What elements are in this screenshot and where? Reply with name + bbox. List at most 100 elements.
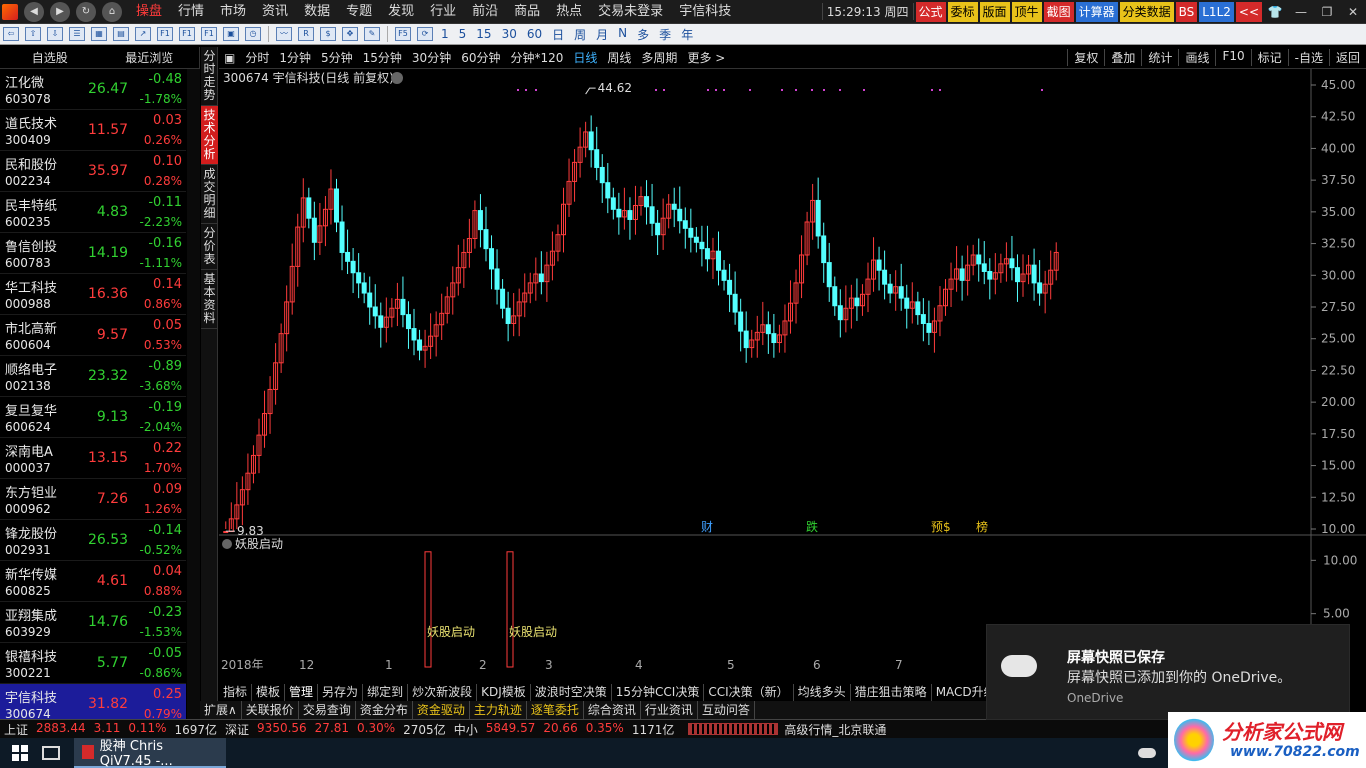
- f11-icon[interactable]: F1: [179, 27, 195, 41]
- vtab-4[interactable]: 基本资料: [201, 270, 218, 329]
- home-icon[interactable]: ⌂: [102, 1, 122, 22]
- period-tab-3[interactable]: 15分钟: [358, 49, 407, 66]
- chart-tool-2[interactable]: 统计: [1141, 49, 1178, 66]
- toolbar-period-4[interactable]: 多: [632, 26, 654, 43]
- menu-item-0[interactable]: 操盘: [128, 0, 170, 24]
- table-icon[interactable]: ▤: [113, 27, 129, 41]
- task-view-icon[interactable]: [42, 746, 60, 760]
- onedrive-notification[interactable]: 屏幕快照已保存 屏幕快照已添加到你的 OneDrive。 OneDrive: [986, 624, 1350, 720]
- list-item[interactable]: 道氏技术 300409 11.57 0.03 0.26%: [0, 110, 186, 151]
- top-button-7[interactable]: BS: [1175, 1, 1198, 22]
- clock-icon[interactable]: ◷: [245, 27, 261, 41]
- toolbar-digit-4[interactable]: 60: [522, 27, 547, 41]
- bottom-tab-9[interactable]: 互动问答: [698, 701, 755, 719]
- formula-tab-12[interactable]: MACD升级:: [932, 684, 986, 701]
- top-button-2[interactable]: 版面: [979, 1, 1010, 22]
- list-item[interactable]: 亚翔集成 603929 14.76 -0.23 -1.53%: [0, 602, 186, 643]
- period-tab-10[interactable]: 更多 >: [682, 49, 730, 66]
- chart-area[interactable]: 45.00 42.50 40.00 37.50 35.00 32.50 30.00 27.50…: [219, 69, 1366, 669]
- list-item[interactable]: 民和股份 002234 35.97 0.10 0.28%: [0, 151, 186, 192]
- indicator-icon[interactable]: 〰: [276, 27, 292, 41]
- bottom-tab-2[interactable]: 交易查询: [299, 701, 356, 719]
- list-item[interactable]: 顺络电子 002138 23.32 -0.89 -3.68%: [0, 356, 186, 397]
- maximize-icon[interactable]: ❐: [1314, 5, 1340, 19]
- f12-icon[interactable]: F1: [201, 27, 217, 41]
- back-icon[interactable]: ◀: [24, 1, 44, 22]
- watchlist-scrollbar[interactable]: [187, 69, 200, 719]
- toolbar-digit-0[interactable]: 1: [436, 27, 454, 41]
- formula-tab-7[interactable]: 波浪时空决策: [531, 684, 612, 701]
- taskbar-app[interactable]: 股神 Chris QiV7.45 -...: [74, 738, 226, 768]
- toolbar-period-3[interactable]: N: [613, 26, 632, 43]
- onedrive-tray-icon[interactable]: [1138, 748, 1156, 758]
- formula-tab-11[interactable]: 猎庄狙击策略: [851, 684, 932, 701]
- list-item[interactable]: 银禧科技 300221 5.77 -0.05 -0.86%: [0, 643, 186, 684]
- bottom-tab-3[interactable]: 资金分布: [356, 701, 413, 719]
- formula-tab-10[interactable]: 均线多头: [794, 684, 851, 701]
- grid-icon[interactable]: ▦: [91, 27, 107, 41]
- chart-tool-7[interactable]: 返回: [1328, 49, 1366, 66]
- news-icon[interactable]: ▣: [223, 27, 239, 41]
- formula-tab-8[interactable]: 15分钟CCI决策: [612, 684, 705, 701]
- list-item[interactable]: 鲁信创投 600783 14.19 -0.16 -1.11%: [0, 233, 186, 274]
- menu-item-8[interactable]: 前沿: [464, 0, 506, 24]
- bottom-tab-1[interactable]: 关联报价: [242, 701, 299, 719]
- period-tab-2[interactable]: 5分钟: [316, 49, 358, 66]
- list-item[interactable]: 新华传媒 600825 4.61 0.04 0.88%: [0, 561, 186, 602]
- chart-tool-4[interactable]: F10: [1215, 49, 1250, 66]
- formula-tab-6[interactable]: KDJ模板: [477, 684, 531, 701]
- formula-tab-3[interactable]: 另存为: [318, 684, 364, 701]
- period-tab-1[interactable]: 1分钟: [274, 49, 316, 66]
- bottom-tab-5[interactable]: 主力轨迹: [470, 701, 527, 719]
- toolbar-digit-1[interactable]: 5: [454, 27, 472, 41]
- formula-tab-9[interactable]: CCI决策（新）: [704, 684, 794, 701]
- top-button-1[interactable]: 委标: [947, 1, 978, 22]
- toolbar-period-6[interactable]: 年: [676, 26, 698, 43]
- top-button-8[interactable]: L1L2: [1199, 1, 1234, 22]
- tab-watchlist[interactable]: 自选股: [0, 47, 100, 68]
- menu-item-7[interactable]: 行业: [422, 0, 464, 24]
- toolbar-period-2[interactable]: 月: [591, 26, 613, 43]
- formula-tab-2[interactable]: 管理: [285, 684, 319, 701]
- tab-recent[interactable]: 最近浏览: [100, 47, 200, 68]
- period-tab-9[interactable]: 多周期: [636, 49, 682, 66]
- vtab-3[interactable]: 分价表: [201, 224, 218, 270]
- menu-item-11[interactable]: 交易未登录: [590, 0, 671, 24]
- formula-tab-5[interactable]: 炒次新波段: [408, 684, 478, 701]
- period-tab-4[interactable]: 30分钟: [407, 49, 456, 66]
- bottom-tab-8[interactable]: 行业资讯: [641, 701, 698, 719]
- vtab-0[interactable]: 分时走势: [201, 47, 218, 106]
- period-tab-6[interactable]: 分钟*120: [505, 49, 568, 66]
- toolbar-period-5[interactable]: 季: [654, 26, 676, 43]
- move-icon[interactable]: ✥: [342, 27, 358, 41]
- f10-icon[interactable]: F1: [157, 27, 173, 41]
- toolbar-digit-2[interactable]: 15: [471, 27, 496, 41]
- menu-item-5[interactable]: 专题: [338, 0, 380, 24]
- bottom-tab-0[interactable]: 扩展∧: [200, 701, 242, 719]
- minimize-icon[interactable]: —: [1288, 5, 1314, 19]
- menu-item-9[interactable]: 商品: [506, 0, 548, 24]
- sync-icon[interactable]: ⟳: [417, 27, 433, 41]
- top-button-6[interactable]: 分类数据: [1119, 1, 1174, 22]
- f5-icon[interactable]: F5: [395, 27, 411, 41]
- toolbar-period-0[interactable]: 日: [547, 26, 569, 43]
- menu-item-12[interactable]: 宇信科技: [671, 0, 739, 24]
- chart-tool-1[interactable]: 叠加: [1104, 49, 1141, 66]
- period-tab-5[interactable]: 60分钟: [456, 49, 505, 66]
- index-name[interactable]: 中小: [450, 721, 482, 738]
- menu-item-4[interactable]: 数据: [296, 0, 338, 24]
- top-button-5[interactable]: 计算器: [1075, 1, 1118, 22]
- period-tab-7[interactable]: 日线: [568, 49, 602, 66]
- forward-icon[interactable]: ▶: [50, 1, 70, 22]
- chart-tool-3[interactable]: 画线: [1178, 49, 1215, 66]
- list-item[interactable]: 复旦复华 600624 9.13 -0.19 -2.04%: [0, 397, 186, 438]
- list-item[interactable]: 东方钽业 000962 7.26 0.09 1.26%: [0, 479, 186, 520]
- menu-item-2[interactable]: 市场: [212, 0, 254, 24]
- rsi-icon[interactable]: R: [298, 27, 314, 41]
- bottom-tab-4[interactable]: 资金驱动: [413, 701, 470, 719]
- top-button-4[interactable]: 截图: [1043, 1, 1074, 22]
- close-icon[interactable]: ✕: [1340, 5, 1366, 19]
- top-button-9[interactable]: <<: [1235, 1, 1262, 22]
- period-tab-8[interactable]: 周线: [602, 49, 636, 66]
- list-item[interactable]: 市北高新 600604 9.57 0.05 0.53%: [0, 315, 186, 356]
